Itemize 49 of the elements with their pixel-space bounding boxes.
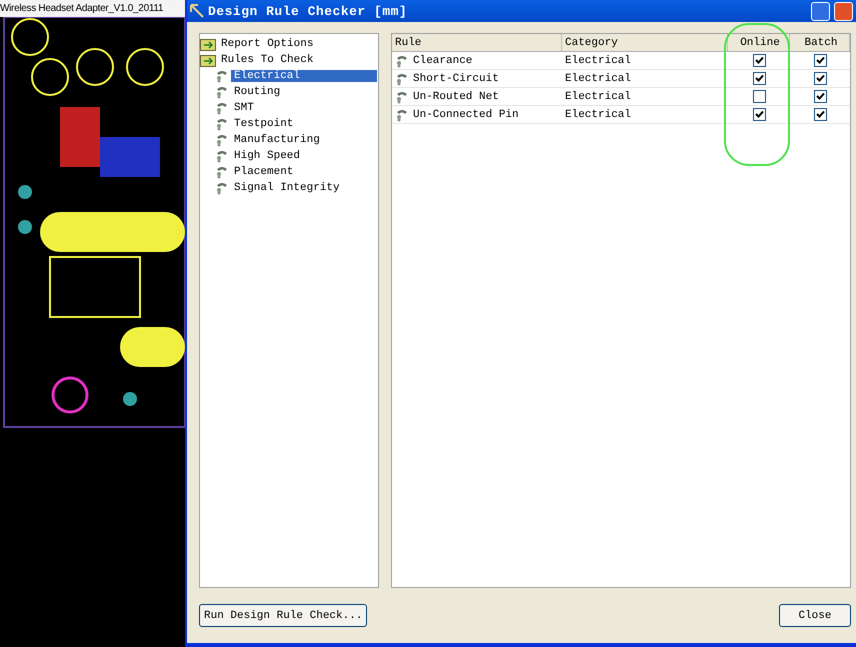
checkbox[interactable] — [752, 72, 766, 85]
category-cell-text: Electrical — [564, 108, 632, 120]
checkbox[interactable] — [814, 54, 826, 67]
category-cell-text: Electrical — [564, 72, 632, 84]
rule-icon — [215, 149, 229, 163]
checkbox[interactable] — [814, 108, 826, 121]
checkbox[interactable] — [752, 54, 766, 67]
folder-icon — [200, 54, 216, 66]
folder-icon — [200, 38, 216, 50]
tree-item[interactable]: Electrical — [231, 70, 377, 82]
dialog-title: Design Rule Checker [mm] — [208, 4, 408, 18]
column-header[interactable]: Batch — [790, 34, 850, 51]
column-header[interactable]: Category — [562, 34, 728, 51]
checkbox[interactable] — [752, 90, 766, 103]
pcb-window-title: Wireless Headset Adapter_V1.0_20111 — [0, 0, 185, 17]
app-icon — [190, 4, 204, 18]
rule-icon — [215, 117, 229, 131]
rule-name: Un-Routed Net — [413, 90, 499, 102]
rule-icon — [395, 90, 409, 104]
rule-icon — [215, 133, 229, 147]
rule-name: Short-Circuit — [413, 72, 499, 84]
tree-item[interactable]: Placement — [231, 166, 296, 178]
rule-name: Un-Connected Pin — [413, 108, 519, 120]
category-cell-text: Electrical — [564, 90, 632, 102]
checkbox[interactable] — [752, 108, 766, 121]
rule-icon — [215, 165, 229, 179]
run-drc-button[interactable]: Run Design Rule Check... — [199, 604, 368, 627]
checkbox[interactable] — [814, 90, 826, 103]
category-cell-text: Electrical — [564, 54, 632, 66]
rule-name: Clearance — [413, 54, 472, 66]
rule-icon — [395, 54, 409, 68]
column-header[interactable]: Rule — [392, 34, 562, 51]
tree-item[interactable]: Routing — [231, 86, 284, 98]
checkbox[interactable] — [814, 72, 826, 85]
tree-item[interactable]: SMT — [231, 102, 257, 114]
tree-item[interactable]: Report Options — [218, 38, 316, 50]
rule-icon — [215, 69, 229, 83]
rule-icon — [215, 101, 229, 115]
rule-icon — [395, 108, 409, 122]
rule-icon — [395, 72, 409, 86]
tree-item[interactable]: Testpoint — [231, 118, 296, 130]
close-button[interactable]: Close — [779, 604, 851, 627]
tree-item[interactable]: Manufacturing — [231, 134, 323, 146]
rule-icon — [215, 181, 229, 195]
rule-icon — [215, 85, 229, 99]
tree-item[interactable]: Rules To Check — [218, 54, 316, 66]
column-header[interactable]: Online — [728, 34, 790, 51]
tree-item[interactable]: High Speed — [231, 150, 304, 162]
tree-item[interactable]: Signal Integrity — [231, 182, 343, 194]
